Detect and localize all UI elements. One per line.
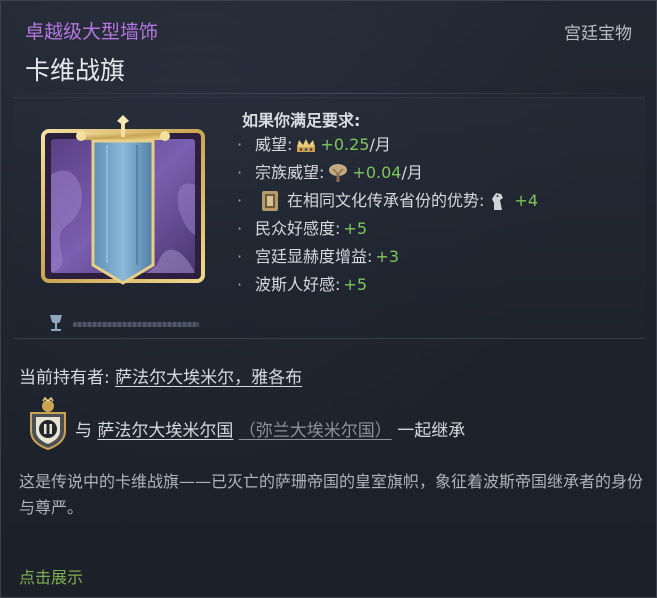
- modifier-suffix: /月: [401, 163, 423, 182]
- owner-name-link[interactable]: 萨法尔大埃米尔，雅各布: [115, 368, 302, 388]
- crown-icon: [297, 139, 316, 152]
- tree-icon: [329, 164, 348, 182]
- modifier-row-cultural-advantage: · 在相同文化传承省份的优势: +4: [237, 187, 538, 215]
- header-divider: [1, 93, 656, 94]
- durability-bar: [73, 322, 199, 327]
- dynasty-shield-icon[interactable]: [27, 397, 69, 451]
- modifier-value: +4: [514, 191, 538, 210]
- modifier-label: 波斯人好感:: [255, 275, 341, 294]
- modifier-row-popular-opinion: · 民众好感度: +5: [237, 215, 538, 243]
- owner-label: 当前持有者:: [19, 368, 110, 388]
- bullet: ·: [237, 219, 243, 238]
- modifier-value: +5: [343, 275, 367, 294]
- modifier-value: +0.04: [352, 163, 402, 182]
- bullet: ·: [237, 135, 243, 154]
- realm-link[interactable]: （弥兰大埃米尔国）: [239, 421, 392, 441]
- click-to-show-button[interactable]: 点击展示: [19, 564, 83, 588]
- cultural-banner-icon: [262, 191, 278, 211]
- bullet: ·: [237, 163, 243, 182]
- artifact-title: 卡维战旗: [25, 56, 126, 85]
- goblet-icon: [50, 315, 62, 331]
- modifier-label: 在相同文化传承省份的优势:: [287, 191, 485, 210]
- banner-artifact-image: [41, 115, 205, 285]
- modifier-value: +0.25: [320, 135, 370, 154]
- current-owner: 当前持有者: 萨法尔大埃米尔，雅各布: [19, 363, 302, 388]
- modifier-list: · 威望: +0.25 /月 · 宗族威望: +0.04 /月 · 在相同文化传…: [237, 131, 538, 299]
- artifact-description: 这是传说中的卡维战旗——已灭亡的萨珊帝国的皇室旗帜，象征着波斯帝国继承者的身份与…: [19, 472, 644, 517]
- bullet: ·: [237, 275, 243, 294]
- modifier-row-prestige: · 威望: +0.25 /月: [237, 131, 538, 159]
- artifact-rarity: 卓越级大型墙饰: [25, 21, 159, 43]
- inheritance-line: 与 萨法尔大埃米尔国 （弥兰大埃米尔国） 一起继承: [75, 416, 465, 441]
- modifier-value: +3: [375, 247, 399, 266]
- bullet: ·: [237, 191, 243, 210]
- modifier-row-dynasty-prestige: · 宗族威望: +0.04 /月: [237, 159, 538, 187]
- modifier-row-court-grandeur: · 宫廷显赫度增益: +3: [237, 243, 538, 271]
- inherit-suffix: 一起继承: [397, 421, 466, 441]
- modifier-value: +5: [343, 219, 367, 238]
- modifier-label: 民众好感度:: [255, 219, 341, 238]
- bullet: ·: [237, 247, 243, 266]
- inherit-prefix: 与: [75, 421, 92, 441]
- artifact-tooltip: 卓越级大型墙饰 宫廷宝物 卡维战旗 如果你满足要求: · 威望: +0.25 /…: [0, 0, 657, 598]
- modifier-row-persian-opinion: · 波斯人好感: +5: [237, 271, 538, 299]
- modifier-suffix: /月: [369, 135, 391, 154]
- modifier-label: 宫廷显赫度增益:: [255, 247, 373, 266]
- modifier-label: 威望:: [255, 135, 293, 154]
- horse-knight-icon: [492, 193, 504, 210]
- artifact-category: 宫廷宝物: [564, 24, 632, 44]
- dynasty-link[interactable]: 萨法尔大埃米尔国: [97, 421, 233, 441]
- requirements-title: 如果你满足要求:: [242, 111, 361, 130]
- modifier-label: 宗族威望:: [255, 163, 325, 182]
